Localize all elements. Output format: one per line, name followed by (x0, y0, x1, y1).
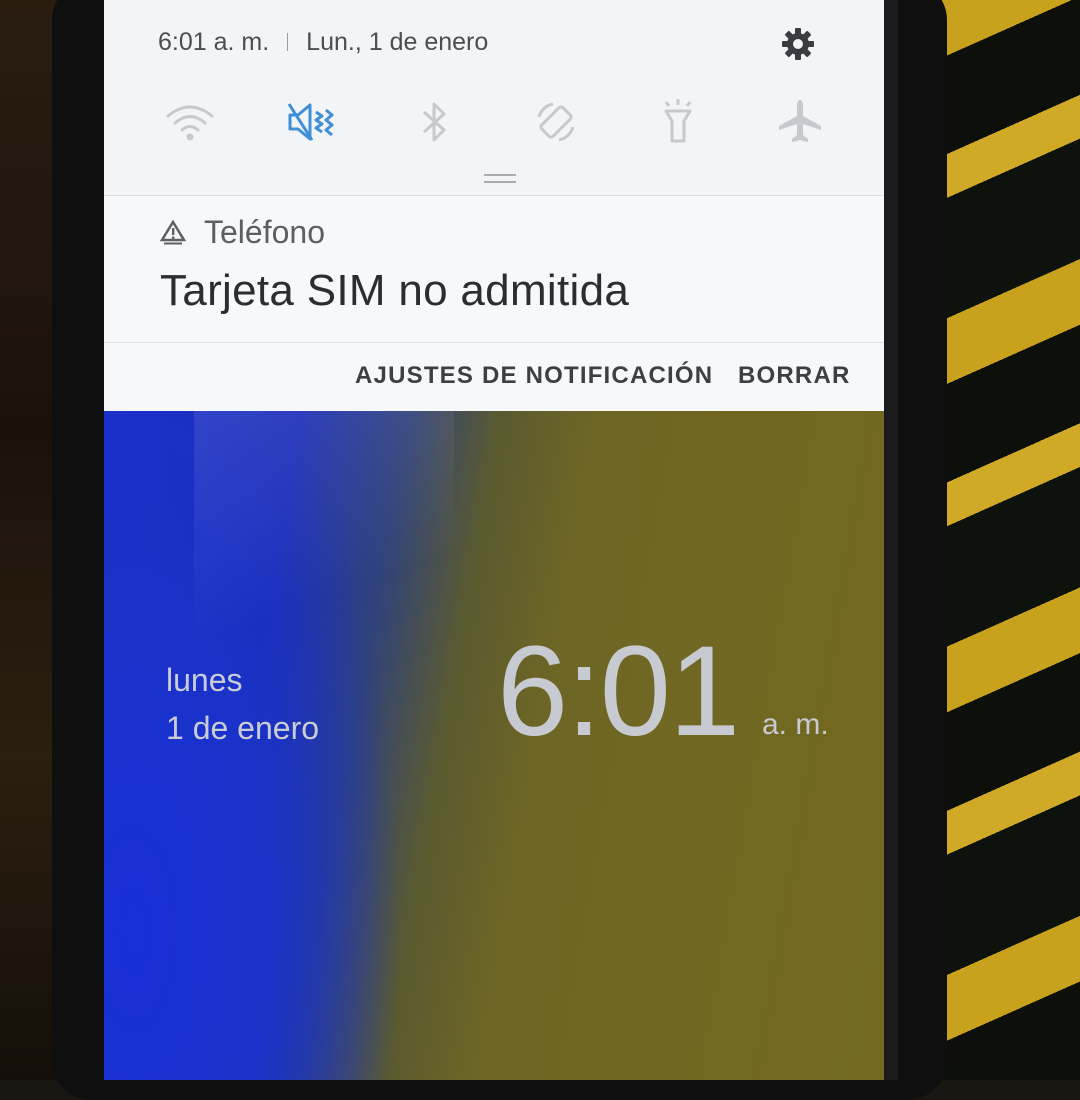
clear-notification-button[interactable]: BORRAR (738, 362, 851, 390)
wifi-icon[interactable] (160, 92, 220, 152)
sound-mute-icon[interactable] (282, 92, 342, 152)
shade-drag-handle[interactable] (484, 174, 516, 183)
shade-time: 6:01 a. m. (158, 27, 270, 56)
notification-divider (104, 342, 888, 343)
phone-screen: 6:01 a. m. Lun., 1 de enero Teléfono Tar… (104, 0, 888, 1080)
notification-card[interactable]: Teléfono Tarjeta SIM no admitida AJUSTES… (104, 195, 888, 411)
phone-bezel-right (884, 0, 898, 1080)
background-fabric-left (0, 0, 60, 1080)
notification-settings-button[interactable]: AJUSTES DE NOTIFICACIÓN (355, 362, 713, 390)
notification-header: Teléfono (160, 214, 325, 251)
status-separator (287, 33, 289, 51)
notification-shade: 6:01 a. m. Lun., 1 de enero (104, 0, 888, 195)
lock-screen-day: lunes (166, 662, 243, 698)
lock-screen-ampm: a. m. (762, 708, 829, 741)
lock-screen-date-text: 1 de enero (166, 710, 320, 746)
notification-title: Tarjeta SIM no admitida (160, 266, 630, 315)
notification-app-name: Teléfono (204, 214, 325, 250)
lock-screen-clock: 6:01 (497, 620, 740, 763)
shade-status-row: 6:01 a. m. Lun., 1 de enero (158, 24, 488, 60)
shade-date: Lun., 1 de enero (306, 27, 489, 56)
bluetooth-icon[interactable] (404, 92, 464, 152)
quick-settings-row (154, 92, 844, 152)
sim-warning-icon (160, 219, 186, 244)
lock-screen-date: lunes 1 de enero (166, 656, 319, 752)
auto-rotate-icon[interactable] (526, 92, 586, 152)
gear-icon[interactable] (778, 24, 818, 64)
airplane-mode-icon[interactable] (770, 92, 830, 152)
background-fabric-right (930, 0, 1080, 1080)
flashlight-icon[interactable] (648, 92, 708, 152)
